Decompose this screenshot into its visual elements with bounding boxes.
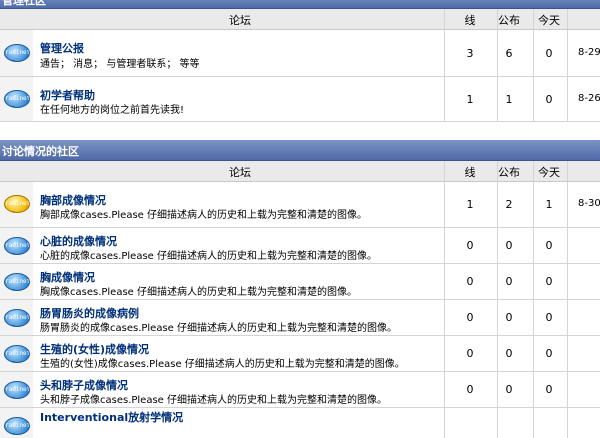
header-forum: 论坛 xyxy=(229,166,251,179)
forum-row: radinet 肠胃肠炎的成像病例 肠胃肠炎的成像cases.Please 仔细… xyxy=(0,300,600,336)
today-count: 1 xyxy=(545,198,553,211)
today-count: 0 xyxy=(545,239,553,252)
forum-status-icon: radinet xyxy=(4,273,30,291)
forum-status-icon: radinet xyxy=(4,309,30,327)
category-title: 讨论情况的社区 xyxy=(2,145,79,158)
today-count: 0 xyxy=(545,93,553,106)
category-bar-admin: 管理社区 xyxy=(0,0,600,9)
category-title: 管理社区 xyxy=(2,0,46,7)
forum-table-header: 论坛 线 公布 今天 xyxy=(0,9,600,30)
forum-row: radinet 胸部成像情况 胸部成像cases.Please 仔细描述病人的历… xyxy=(0,182,600,228)
forum-status-icon: radinet xyxy=(4,381,30,399)
today-count: 0 xyxy=(545,347,553,360)
forum-description: 心脏的成像cases.Please 仔细描述病人的历史和上载为完整和清楚的图像。 xyxy=(40,251,378,262)
forum-row: radinet 胸成像情况 胸成像cases.Please 仔细描述病人的历史和… xyxy=(0,264,600,300)
category-bar-cases: 讨论情况的社区 xyxy=(0,140,600,161)
forum-status-icon: radinet xyxy=(4,345,30,363)
last-post-date[interactable]: 8-29-2 xyxy=(578,47,600,58)
forum-status-icon: radinet xyxy=(4,237,30,255)
forum-description: 头和脖子成像cases.Please 仔细描述病人的历史和上载为完整和清楚的图像… xyxy=(40,395,388,406)
forum-row: radinet 心脏的成像情况 心脏的成像cases.Please 仔细描述病人… xyxy=(0,228,600,264)
forum-new-posts-icon: radinet xyxy=(4,195,30,213)
forum-row: radinet Interventional放射学情况 xyxy=(0,408,600,438)
header-forum: 论坛 xyxy=(229,14,251,27)
today-count: 0 xyxy=(545,383,553,396)
forum-link[interactable]: Interventional放射学情况 xyxy=(40,409,183,425)
today-count: 0 xyxy=(545,47,553,60)
today-count: 0 xyxy=(545,275,553,288)
forum-status-icon: radinet xyxy=(4,44,30,62)
forum-description: 通告； 消息； 与管理者联系； 等等 xyxy=(40,59,200,70)
forum-row: radinet 头和脖子成像情况 头和脖子成像cases.Please 仔细描述… xyxy=(0,372,600,408)
forum-row: radinet 初学者帮助 在任何地方的岗位之前首先读我! 1 1 0 8-26… xyxy=(0,77,600,122)
forum-description: 胸部成像cases.Please 仔细描述病人的历史和上载为完整和清楚的图像。 xyxy=(40,210,368,221)
forum-description: 在任何地方的岗位之前首先读我! xyxy=(40,105,185,116)
forum-status-icon: radinet xyxy=(4,90,30,108)
forum-row: radinet 管理公报 通告； 消息； 与管理者联系； 等等 3 6 0 8-… xyxy=(0,30,600,77)
last-post-date[interactable]: 8-26- xyxy=(578,93,600,104)
forum-description: 胸成像cases.Please 仔细描述病人的历史和上载为完整和清楚的图像。 xyxy=(40,287,358,298)
last-post-date[interactable]: 8-30- xyxy=(578,198,600,209)
forum-description: 肠胃肠炎的成像cases.Please 仔细描述病人的历史和上载为完整和清楚的图… xyxy=(40,323,398,334)
forum-table-header: 论坛 线 公布 今天 xyxy=(0,161,600,182)
forum-row: radinet 生殖的(女性)成像情况 生殖的(女性)成像cases.Pleas… xyxy=(0,336,600,372)
forum-description: 生殖的(女性)成像cases.Please 仔细描述病人的历史和上载为完整和清楚… xyxy=(40,359,405,370)
forum-link[interactable]: 管理公报 xyxy=(40,40,84,56)
today-count: 0 xyxy=(545,311,553,324)
